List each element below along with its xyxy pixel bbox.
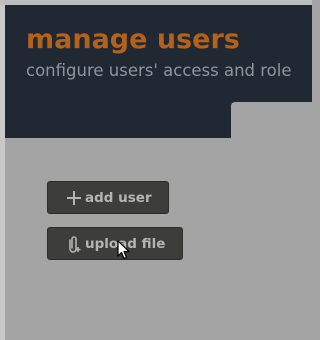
page-title: manage users <box>26 24 240 55</box>
app-window: manage users configure users' access and… <box>0 0 312 340</box>
add-user-label: add user <box>85 189 152 206</box>
page-subtitle: configure users' access and role <box>26 61 292 80</box>
add-user-button[interactable]: add user <box>47 181 169 214</box>
plus-icon <box>66 189 82 207</box>
content-tab[interactable] <box>231 102 312 138</box>
mouse-cursor-icon <box>117 240 131 260</box>
paperclip-plus-icon <box>66 235 82 253</box>
upload-file-button[interactable]: upload file <box>47 227 183 260</box>
